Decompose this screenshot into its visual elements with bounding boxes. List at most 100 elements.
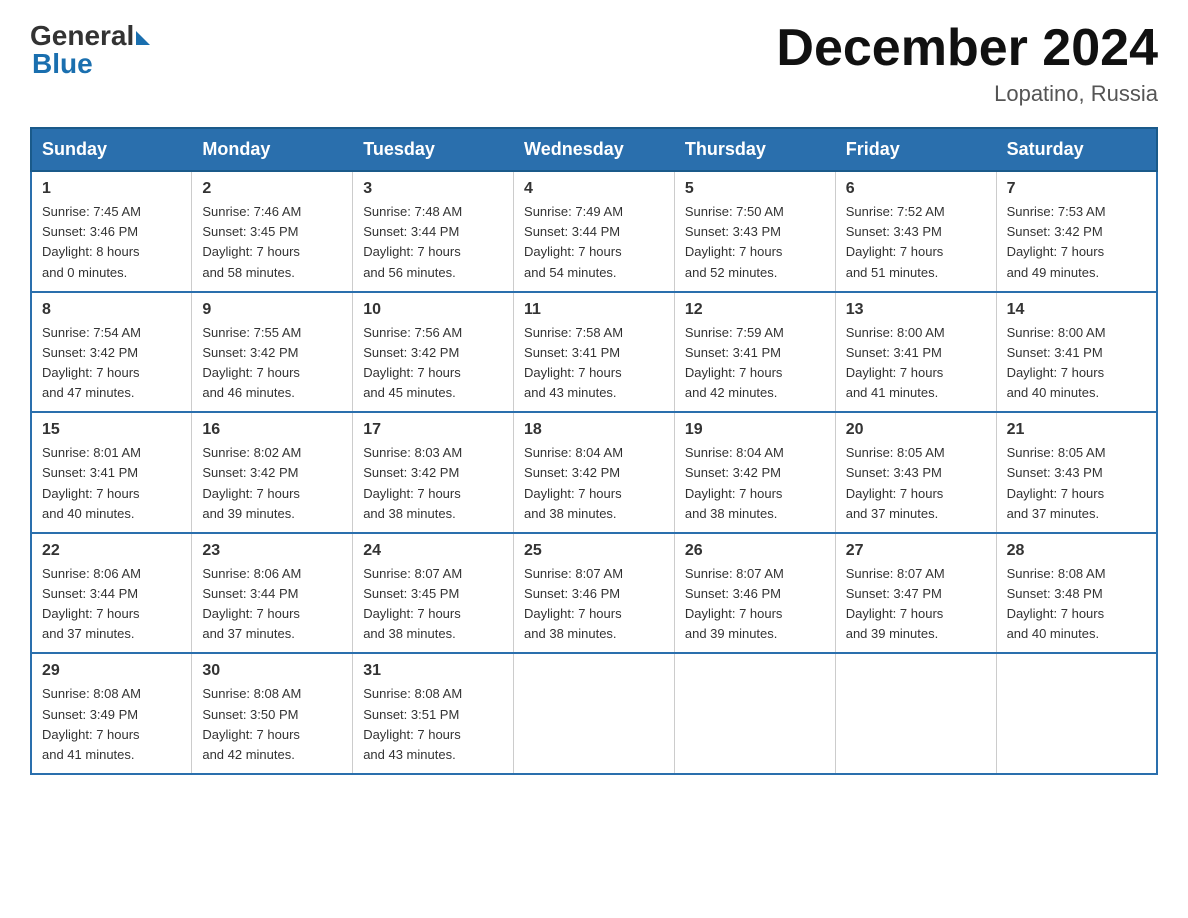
- calendar-cell: 18 Sunrise: 8:04 AM Sunset: 3:42 PM Dayl…: [514, 412, 675, 533]
- day-number: 1: [42, 180, 181, 198]
- calendar-cell: 6 Sunrise: 7:52 AM Sunset: 3:43 PM Dayli…: [835, 171, 996, 292]
- title-block: December 2024 Lopatino, Russia: [776, 20, 1158, 107]
- sunset-text: Sunset: 3:44 PM: [524, 224, 620, 239]
- sunset-text: Sunset: 3:41 PM: [846, 345, 942, 360]
- day-number: 22: [42, 542, 181, 560]
- daylight-text: Daylight: 7 hours: [846, 606, 944, 621]
- sunset-text: Sunset: 3:45 PM: [202, 224, 298, 239]
- calendar-cell: 7 Sunrise: 7:53 AM Sunset: 3:42 PM Dayli…: [996, 171, 1157, 292]
- minutes-text: and 40 minutes.: [1007, 626, 1100, 641]
- calendar-cell: 26 Sunrise: 8:07 AM Sunset: 3:46 PM Dayl…: [674, 533, 835, 654]
- header-monday: Monday: [192, 128, 353, 171]
- calendar-cell: 4 Sunrise: 7:49 AM Sunset: 3:44 PM Dayli…: [514, 171, 675, 292]
- sunrise-text: Sunrise: 8:08 AM: [42, 686, 141, 701]
- day-info: Sunrise: 7:58 AM Sunset: 3:41 PM Dayligh…: [524, 323, 664, 404]
- sunrise-text: Sunrise: 8:07 AM: [363, 566, 462, 581]
- day-info: Sunrise: 7:56 AM Sunset: 3:42 PM Dayligh…: [363, 323, 503, 404]
- minutes-text: and 38 minutes.: [685, 506, 778, 521]
- day-number: 16: [202, 421, 342, 439]
- calendar-cell: 5 Sunrise: 7:50 AM Sunset: 3:43 PM Dayli…: [674, 171, 835, 292]
- minutes-text: and 43 minutes.: [363, 747, 456, 762]
- day-number: 10: [363, 301, 503, 319]
- calendar-cell: 10 Sunrise: 7:56 AM Sunset: 3:42 PM Dayl…: [353, 292, 514, 413]
- day-info: Sunrise: 8:02 AM Sunset: 3:42 PM Dayligh…: [202, 443, 342, 524]
- minutes-text: and 47 minutes.: [42, 385, 135, 400]
- day-number: 7: [1007, 180, 1146, 198]
- daylight-text: Daylight: 7 hours: [363, 486, 461, 501]
- day-info: Sunrise: 7:55 AM Sunset: 3:42 PM Dayligh…: [202, 323, 342, 404]
- calendar-cell: 25 Sunrise: 8:07 AM Sunset: 3:46 PM Dayl…: [514, 533, 675, 654]
- day-number: 17: [363, 421, 503, 439]
- sunrise-text: Sunrise: 8:04 AM: [524, 445, 623, 460]
- day-info: Sunrise: 7:54 AM Sunset: 3:42 PM Dayligh…: [42, 323, 181, 404]
- day-info: Sunrise: 8:07 AM Sunset: 3:45 PM Dayligh…: [363, 564, 503, 645]
- daylight-text: Daylight: 7 hours: [1007, 244, 1105, 259]
- day-number: 29: [42, 662, 181, 680]
- header-wednesday: Wednesday: [514, 128, 675, 171]
- minutes-text: and 54 minutes.: [524, 265, 617, 280]
- sunrise-text: Sunrise: 7:50 AM: [685, 204, 784, 219]
- calendar-cell: 20 Sunrise: 8:05 AM Sunset: 3:43 PM Dayl…: [835, 412, 996, 533]
- day-number: 2: [202, 180, 342, 198]
- minutes-text: and 42 minutes.: [685, 385, 778, 400]
- day-number: 13: [846, 301, 986, 319]
- daylight-text: Daylight: 7 hours: [524, 244, 622, 259]
- day-info: Sunrise: 8:05 AM Sunset: 3:43 PM Dayligh…: [1007, 443, 1146, 524]
- sunset-text: Sunset: 3:42 PM: [202, 345, 298, 360]
- minutes-text: and 40 minutes.: [1007, 385, 1100, 400]
- day-number: 3: [363, 180, 503, 198]
- minutes-text: and 37 minutes.: [1007, 506, 1100, 521]
- minutes-text: and 38 minutes.: [363, 506, 456, 521]
- sunrise-text: Sunrise: 8:08 AM: [202, 686, 301, 701]
- minutes-text: and 49 minutes.: [1007, 265, 1100, 280]
- daylight-text: Daylight: 7 hours: [524, 606, 622, 621]
- sunset-text: Sunset: 3:42 PM: [363, 465, 459, 480]
- daylight-text: Daylight: 7 hours: [1007, 606, 1105, 621]
- daylight-text: Daylight: 7 hours: [363, 727, 461, 742]
- sunrise-text: Sunrise: 8:03 AM: [363, 445, 462, 460]
- calendar-header-row: SundayMondayTuesdayWednesdayThursdayFrid…: [31, 128, 1157, 171]
- sunrise-text: Sunrise: 8:02 AM: [202, 445, 301, 460]
- header-saturday: Saturday: [996, 128, 1157, 171]
- daylight-text: Daylight: 7 hours: [524, 486, 622, 501]
- sunrise-text: Sunrise: 7:52 AM: [846, 204, 945, 219]
- sunset-text: Sunset: 3:46 PM: [42, 224, 138, 239]
- sunrise-text: Sunrise: 8:04 AM: [685, 445, 784, 460]
- minutes-text: and 56 minutes.: [363, 265, 456, 280]
- day-info: Sunrise: 8:05 AM Sunset: 3:43 PM Dayligh…: [846, 443, 986, 524]
- sunset-text: Sunset: 3:41 PM: [685, 345, 781, 360]
- sunrise-text: Sunrise: 7:59 AM: [685, 325, 784, 340]
- calendar-cell: [835, 653, 996, 774]
- minutes-text: and 39 minutes.: [846, 626, 939, 641]
- sunset-text: Sunset: 3:46 PM: [685, 586, 781, 601]
- sunset-text: Sunset: 3:44 PM: [202, 586, 298, 601]
- minutes-text: and 41 minutes.: [42, 747, 135, 762]
- day-info: Sunrise: 7:50 AM Sunset: 3:43 PM Dayligh…: [685, 202, 825, 283]
- sunrise-text: Sunrise: 8:05 AM: [1007, 445, 1106, 460]
- day-info: Sunrise: 8:06 AM Sunset: 3:44 PM Dayligh…: [42, 564, 181, 645]
- sunrise-text: Sunrise: 8:07 AM: [524, 566, 623, 581]
- calendar-cell: 9 Sunrise: 7:55 AM Sunset: 3:42 PM Dayli…: [192, 292, 353, 413]
- calendar-cell: 21 Sunrise: 8:05 AM Sunset: 3:43 PM Dayl…: [996, 412, 1157, 533]
- day-number: 18: [524, 421, 664, 439]
- calendar-cell: 13 Sunrise: 8:00 AM Sunset: 3:41 PM Dayl…: [835, 292, 996, 413]
- calendar-cell: 31 Sunrise: 8:08 AM Sunset: 3:51 PM Dayl…: [353, 653, 514, 774]
- minutes-text: and 46 minutes.: [202, 385, 295, 400]
- day-info: Sunrise: 7:53 AM Sunset: 3:42 PM Dayligh…: [1007, 202, 1146, 283]
- sunrise-text: Sunrise: 8:06 AM: [42, 566, 141, 581]
- day-number: 12: [685, 301, 825, 319]
- sunset-text: Sunset: 3:42 PM: [42, 345, 138, 360]
- minutes-text: and 37 minutes.: [42, 626, 135, 641]
- day-number: 8: [42, 301, 181, 319]
- sunset-text: Sunset: 3:42 PM: [363, 345, 459, 360]
- sunset-text: Sunset: 3:41 PM: [1007, 345, 1103, 360]
- minutes-text: and 39 minutes.: [685, 626, 778, 641]
- day-info: Sunrise: 8:07 AM Sunset: 3:46 PM Dayligh…: [524, 564, 664, 645]
- day-info: Sunrise: 8:04 AM Sunset: 3:42 PM Dayligh…: [685, 443, 825, 524]
- minutes-text: and 41 minutes.: [846, 385, 939, 400]
- logo-blue-text: Blue: [32, 48, 93, 80]
- sunset-text: Sunset: 3:42 PM: [1007, 224, 1103, 239]
- sunrise-text: Sunrise: 8:07 AM: [846, 566, 945, 581]
- sunset-text: Sunset: 3:48 PM: [1007, 586, 1103, 601]
- calendar-week-row: 29 Sunrise: 8:08 AM Sunset: 3:49 PM Dayl…: [31, 653, 1157, 774]
